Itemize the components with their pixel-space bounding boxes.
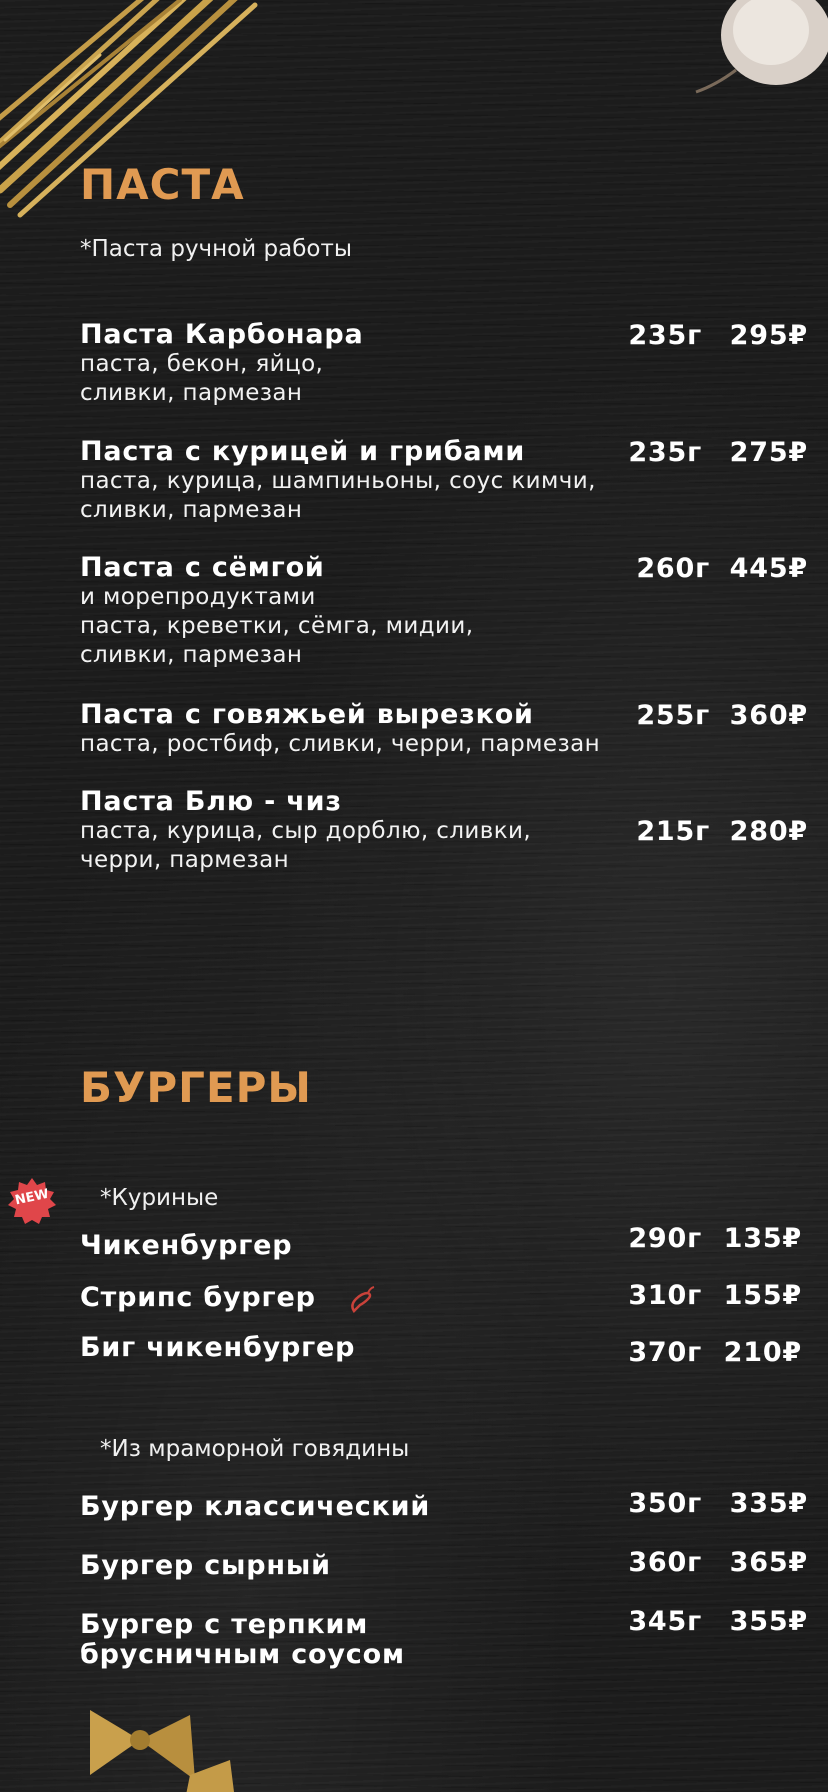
item-price: 360₽ (729, 700, 808, 731)
item-description: паста, ростбиф, сливки, черри, пармезан (80, 731, 601, 757)
item-price: 365₽ (729, 1547, 808, 1578)
item-weight: 360г (628, 1547, 702, 1578)
menu-item: Паста с говяжьей вырезкой паста, ростбиф… (80, 700, 600, 759)
pasta-section-title: ПАСТА (80, 160, 245, 209)
item-description: сливки, пармезан (80, 642, 303, 668)
item-price: 295₽ (729, 320, 808, 351)
menu-item: Паста Карбонара паста, бекон, яйцо, слив… (80, 320, 364, 408)
menu-item: Бургер с терпким брусничным соусом (80, 1610, 405, 1670)
item-description: черри, пармезан (80, 847, 290, 873)
menu-item: Паста с курицей и грибами паста, курица,… (80, 437, 596, 525)
item-price: 155₽ (723, 1280, 802, 1311)
item-name: Бургер классический (80, 1491, 431, 1522)
item-weight: 290г (628, 1223, 702, 1254)
item-name: Чикенбургер (80, 1230, 293, 1261)
burgers-section-title: БУРГЕРЫ (80, 1063, 312, 1112)
item-price: 280₽ (729, 816, 808, 847)
item-description: паста, курица, сыр дорблю, сливки, (80, 818, 532, 844)
chili-pepper-icon (351, 1286, 375, 1313)
item-weight: 260г (636, 553, 710, 584)
item-description: паста, креветки, сёмга, мидии, (80, 613, 474, 639)
item-name: брусничным соусом (80, 1639, 405, 1670)
item-name: Стрипс бургер (80, 1282, 316, 1313)
item-name: Бургер с терпким (80, 1609, 369, 1640)
item-description: сливки, пармезан (80, 497, 303, 523)
pasta-note: *Паста ручной работы (80, 236, 353, 262)
item-description: сливки, пармезан (80, 380, 303, 406)
item-description: паста, бекон, яйцо, (80, 351, 324, 377)
item-price: 445₽ (729, 553, 808, 584)
menu-item: Паста с сёмгой и морепродуктами паста, к… (80, 553, 473, 670)
item-weight: 215г (636, 816, 710, 847)
item-name: Биг чикенбургер (80, 1332, 356, 1363)
item-weight: 310г (628, 1280, 702, 1311)
item-weight: 235г (628, 437, 702, 468)
item-price: 210₽ (723, 1337, 802, 1368)
item-price: 355₽ (729, 1606, 808, 1637)
item-price: 135₽ (723, 1223, 802, 1254)
item-name: Паста Блю - чиз (80, 786, 342, 817)
item-name: Бургер сырный (80, 1550, 331, 1581)
item-description: и морепродуктами (80, 584, 316, 610)
item-name: Паста Карбонара (80, 319, 364, 350)
item-price: 335₽ (729, 1488, 808, 1519)
item-weight: 235г (628, 320, 702, 351)
item-description: паста, курица, шампиньоны, соус кимчи, (80, 468, 596, 494)
menu-item: Паста Блю - чиз паста, курица, сыр дорбл… (80, 787, 531, 875)
item-name: Паста с курицей и грибами (80, 436, 526, 467)
chicken-burgers-note: *Куриные (100, 1185, 219, 1211)
item-weight: 345г (628, 1606, 702, 1637)
item-price: 275₽ (729, 437, 808, 468)
item-weight: 370г (628, 1337, 702, 1368)
item-name: Паста с говяжьей вырезкой (80, 699, 534, 730)
item-weight: 255г (636, 700, 710, 731)
onion-decoration (695, 0, 828, 94)
bow-pasta-decoration (90, 1710, 234, 1792)
item-name: Паста с сёмгой (80, 552, 325, 583)
beef-burgers-note: *Из мраморной говядины (100, 1436, 410, 1462)
item-weight: 350г (628, 1488, 702, 1519)
